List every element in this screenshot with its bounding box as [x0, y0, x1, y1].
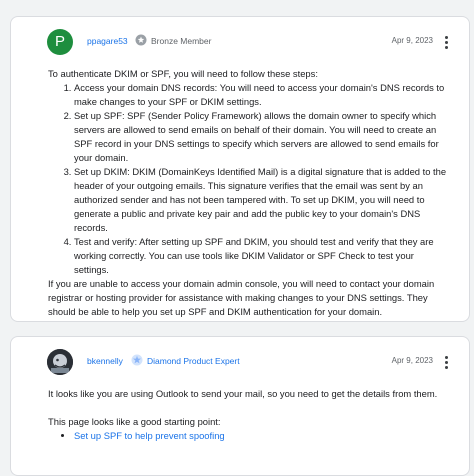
author-name[interactable]: ppagare53 [87, 36, 128, 46]
avatar-image-icon [47, 349, 73, 375]
diamond-product-expert-icon [131, 354, 143, 366]
badge-label: Bronze Member [151, 36, 212, 46]
list-item: Set up SPF: SPF (Sender Policy Framework… [74, 109, 447, 165]
avatar[interactable] [47, 349, 73, 375]
more-options-icon[interactable] [439, 33, 453, 51]
list-item: Test and verify: After setting up SPF an… [74, 235, 447, 277]
badge-label: Diamond Product Expert [147, 356, 240, 366]
links-list: Set up SPF to help prevent spoofing [48, 429, 447, 443]
post-intro: To authenticate DKIM or SPF, you will ne… [48, 68, 318, 79]
post-date: Apr 9, 2023 [391, 36, 433, 45]
post-date: Apr 9, 2023 [391, 356, 433, 365]
author-name[interactable]: bkennelly [87, 356, 123, 366]
spf-help-link[interactable]: Set up SPF to help prevent spoofing [74, 430, 225, 441]
post-body: To authenticate DKIM or SPF, you will ne… [48, 67, 447, 319]
post-paragraph: It looks like you are using Outlook to s… [48, 388, 438, 399]
post-card: P ppagare53 Bronze Member Apr 9, 2023 To… [10, 16, 470, 322]
list-item: Set up DKIM: DKIM (DomainKeys Identified… [74, 165, 447, 235]
bronze-member-icon [135, 34, 147, 46]
post-paragraph: This page looks like a good starting poi… [48, 416, 221, 427]
post-outro: If you are unable to access your domain … [48, 278, 435, 317]
post-header: bkennelly Diamond Product Expert Apr 9, … [47, 347, 469, 383]
avatar[interactable]: P [47, 29, 73, 55]
post-body: It looks like you are using Outlook to s… [48, 387, 447, 443]
steps-list: Access your domain DNS records: You will… [48, 81, 447, 277]
post-card: bkennelly Diamond Product Expert Apr 9, … [10, 336, 470, 476]
list-item: Access your domain DNS records: You will… [74, 81, 447, 109]
post-header: P ppagare53 Bronze Member Apr 9, 2023 [47, 27, 469, 63]
list-item: Set up SPF to help prevent spoofing [74, 429, 447, 443]
more-options-icon[interactable] [439, 353, 453, 371]
